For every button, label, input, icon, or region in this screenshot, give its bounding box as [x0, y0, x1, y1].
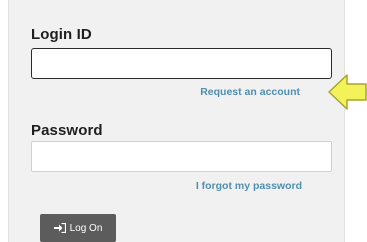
login-id-label: Login ID — [31, 26, 92, 43]
request-account-link[interactable]: Request an account — [200, 86, 300, 98]
password-label: Password — [31, 122, 103, 139]
login-screen: Login ID Request an account Password I f… — [0, 0, 367, 242]
left-arrow-icon — [327, 72, 367, 112]
forgot-password-link[interactable]: I forgot my password — [196, 180, 302, 192]
login-id-input[interactable] — [31, 48, 332, 79]
sign-in-icon — [53, 223, 66, 233]
logon-button[interactable]: Log On — [40, 214, 116, 242]
login-panel: Login ID Request an account Password I f… — [8, 0, 345, 242]
password-input[interactable] — [31, 141, 332, 172]
logon-button-label: Log On — [69, 222, 103, 234]
